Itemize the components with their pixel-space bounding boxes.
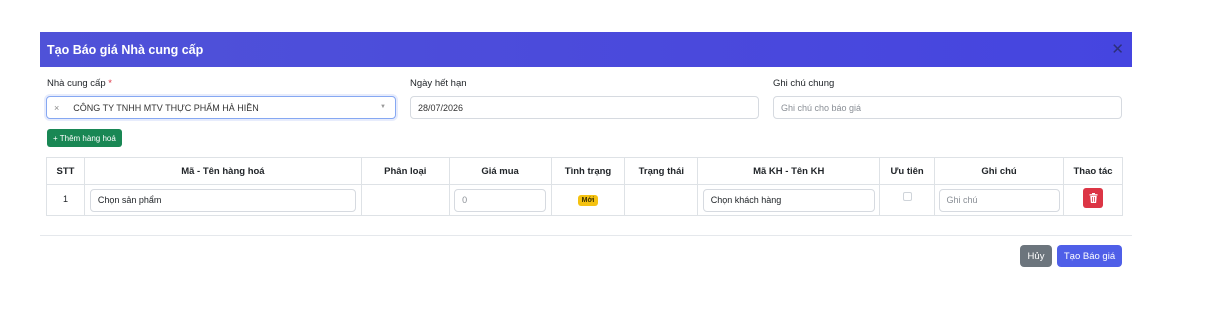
col-price: Giá mua [448, 157, 552, 185]
condition-badge: Mới [577, 195, 599, 206]
table-header-row: STT Mã - Tên hàng hoá Phân loại Giá mua … [46, 157, 1123, 185]
row-category [360, 184, 450, 216]
row-note-placeholder: Ghi chú [946, 195, 978, 205]
col-category: Phân loại [360, 157, 450, 185]
row-price-cell: 0 [448, 184, 552, 216]
create-quote-button[interactable]: Tạo Báo giá [1057, 245, 1122, 267]
customer-select-text: Chọn khách hàng [710, 195, 782, 205]
modal-title: Tạo Báo giá Nhà cung cấp [47, 42, 204, 57]
supplier-label-text: Nhà cung cấp [47, 78, 106, 89]
col-priority: Ưu tiên [879, 157, 936, 185]
col-actions: Thao tác [1063, 157, 1123, 185]
required-mark: * [108, 78, 112, 89]
clear-icon[interactable]: × [54, 103, 59, 113]
trash-icon [1089, 193, 1097, 203]
col-stt: STT [46, 157, 85, 185]
supplier-label: Nhà cung cấp * [47, 78, 112, 89]
col-condition: Tình trạng [550, 157, 626, 185]
product-select-text: Chọn sản phẩm [97, 195, 162, 205]
row-condition-cell: Mới [550, 184, 626, 216]
product-select[interactable]: Chọn sản phẩm [89, 188, 356, 212]
expiry-date-input[interactable]: 28/07/2026 [410, 96, 759, 119]
general-note-input[interactable]: Ghi chú cho báo giá [773, 96, 1122, 119]
expiry-value: 28/07/2026 [418, 102, 464, 113]
items-table: STT Mã - Tên hàng hoá Phân loại Giá mua … [46, 157, 1123, 216]
close-icon[interactable]: ✕ [1111, 42, 1124, 57]
priority-checkbox[interactable] [902, 192, 912, 201]
col-product: Mã - Tên hàng hoá [83, 157, 362, 185]
expiry-label: Ngày hết hạn [410, 78, 467, 89]
supplier-value: CÔNG TY TNHH MTV THỰC PHẨM HÀ HIỀN [73, 102, 259, 113]
row-stt: 1 [46, 184, 85, 216]
row-product-cell: Chọn sản phẩm [83, 184, 362, 216]
chevron-down-icon[interactable]: ▼ [380, 104, 386, 110]
quote-modal: Tạo Báo giá Nhà cung cấp ✕ Nhà cung cấp … [40, 32, 1132, 275]
row-note-cell: Ghi chú [934, 184, 1065, 216]
cancel-button[interactable]: Hủy [1020, 245, 1052, 267]
add-item-label: + Thêm hàng hoá [53, 133, 116, 143]
col-note: Ghi chú [934, 157, 1065, 185]
row-status [624, 184, 699, 216]
note-label: Ghi chú chung [773, 78, 835, 89]
price-value: 0 [462, 195, 468, 205]
general-note-placeholder: Ghi chú cho báo giá [781, 102, 862, 113]
add-item-button[interactable]: + Thêm hàng hoá [47, 129, 122, 147]
price-input[interactable]: 0 [454, 188, 547, 212]
row-actions-cell [1063, 184, 1123, 216]
col-customer: Mã KH - Tên KH [697, 157, 881, 185]
delete-row-button[interactable] [1083, 188, 1103, 208]
modal-header: Tạo Báo giá Nhà cung cấp ✕ [40, 32, 1132, 67]
table-row: 1 Chọn sản phẩm 0 Mới Chọn khách hàng Gh… [46, 184, 1123, 216]
customer-select[interactable]: Chọn khách hàng [702, 188, 875, 212]
row-note-input[interactable]: Ghi chú [938, 188, 1060, 212]
row-customer-cell: Chọn khách hàng [697, 184, 881, 216]
col-status: Trạng thái [624, 157, 699, 185]
footer-divider [40, 235, 1132, 236]
row-priority-cell [879, 184, 936, 216]
supplier-select[interactable]: × CÔNG TY TNHH MTV THỰC PHẨM HÀ HIỀN ▼ [46, 96, 396, 119]
